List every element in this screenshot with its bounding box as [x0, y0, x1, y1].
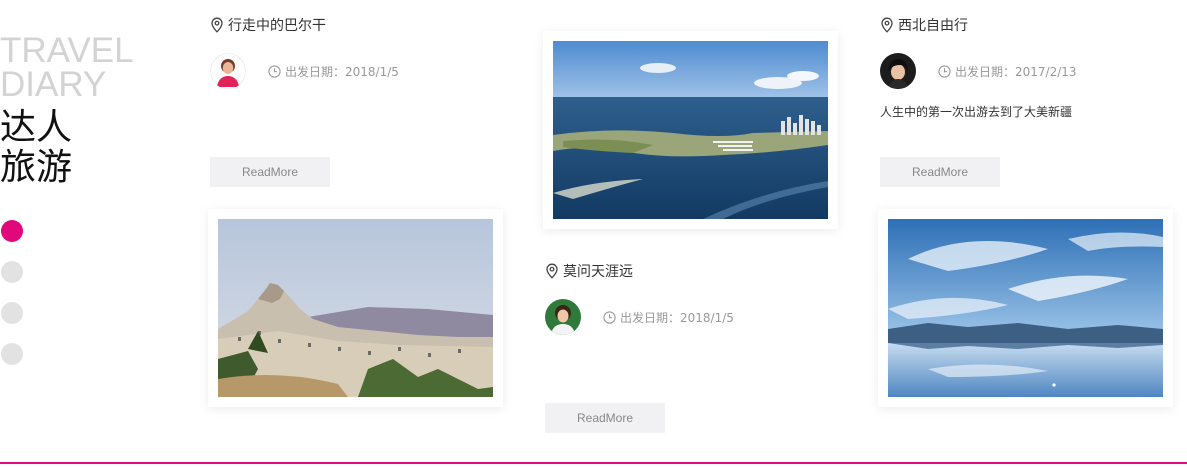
- read-more-button[interactable]: ReadMore: [880, 157, 1000, 187]
- card-description: [210, 103, 470, 119]
- avatar[interactable]: [545, 299, 581, 335]
- location-pin-icon: [546, 263, 558, 279]
- clock-icon: [603, 310, 616, 324]
- card-location-text: 行走中的巴尔干: [228, 18, 326, 34]
- read-more-button[interactable]: ReadMore: [210, 157, 330, 187]
- card-location-text: 莫问天涯远: [563, 264, 633, 280]
- diary-photo-1[interactable]: [208, 209, 503, 407]
- card-date-text: 出发日期：2018/1/5: [285, 64, 399, 79]
- heading-english-line2: DIARY: [0, 65, 107, 104]
- card-location: 莫问天涯远: [545, 261, 805, 281]
- avatar[interactable]: [210, 53, 246, 89]
- diary-card-1: 行走中的巴尔干 出发日期：2018/1/5 ReadMore: [210, 15, 470, 187]
- heading-english-line1: TRAVEL: [0, 31, 134, 70]
- card-meta: 出发日期：2018/1/5: [545, 299, 805, 335]
- card-date: 出发日期：2018/1/5: [268, 63, 399, 80]
- diary-photo-3[interactable]: [878, 209, 1173, 407]
- card-date-text: 出发日期：2017/2/13: [955, 64, 1077, 79]
- card-date-text: 出发日期：2018/1/5: [620, 310, 734, 325]
- card-location: 西北自由行: [880, 15, 1140, 35]
- photo-image: [218, 219, 493, 397]
- location-pin-icon: [881, 17, 893, 33]
- heading-chinese-line1: 达人: [0, 107, 73, 148]
- diary-card-2: 莫问天涯远 出发日期：2018/1/5 ReadMore: [545, 261, 805, 433]
- carousel-pager: [1, 220, 23, 384]
- clock-icon: [268, 64, 281, 78]
- card-date: 出发日期：2018/1/5: [603, 309, 734, 326]
- heading-chinese-line2: 旅游: [0, 147, 73, 188]
- location-pin-icon: [211, 17, 223, 33]
- card-description: [545, 349, 805, 365]
- card-location-text: 西北自由行: [898, 18, 968, 34]
- diary-card-3: 西北自由行 出发日期：2017/2/13 人生中的第一次出游去到了大美新疆 Re…: [880, 15, 1140, 187]
- diary-photo-2[interactable]: [543, 31, 838, 229]
- heading-chinese: 达人 旅游: [0, 108, 140, 188]
- avatar[interactable]: [880, 53, 916, 89]
- card-meta: 出发日期：2018/1/5: [210, 53, 470, 89]
- pager-dot-2[interactable]: [1, 261, 23, 283]
- pager-dot-1[interactable]: [1, 220, 23, 242]
- bottom-accent-line: [0, 462, 1187, 464]
- section-heading: TRAVEL DIARY 达人 旅游: [0, 31, 140, 188]
- photo-image: [553, 41, 828, 219]
- photo-image: [888, 219, 1163, 397]
- card-description: 人生中的第一次出游去到了大美新疆: [880, 105, 1073, 119]
- clock-icon: [938, 64, 951, 78]
- pager-dot-3[interactable]: [1, 302, 23, 324]
- pager-dot-4[interactable]: [1, 343, 23, 365]
- travel-diary-section: TRAVEL DIARY 达人 旅游 行走中的巴尔干 出发日期：2018/1/5: [0, 0, 1187, 467]
- card-location: 行走中的巴尔干: [210, 15, 470, 35]
- card-date: 出发日期：2017/2/13: [938, 63, 1077, 80]
- card-meta: 出发日期：2017/2/13: [880, 53, 1140, 89]
- read-more-button[interactable]: ReadMore: [545, 403, 665, 433]
- heading-english: TRAVEL DIARY: [0, 31, 140, 104]
